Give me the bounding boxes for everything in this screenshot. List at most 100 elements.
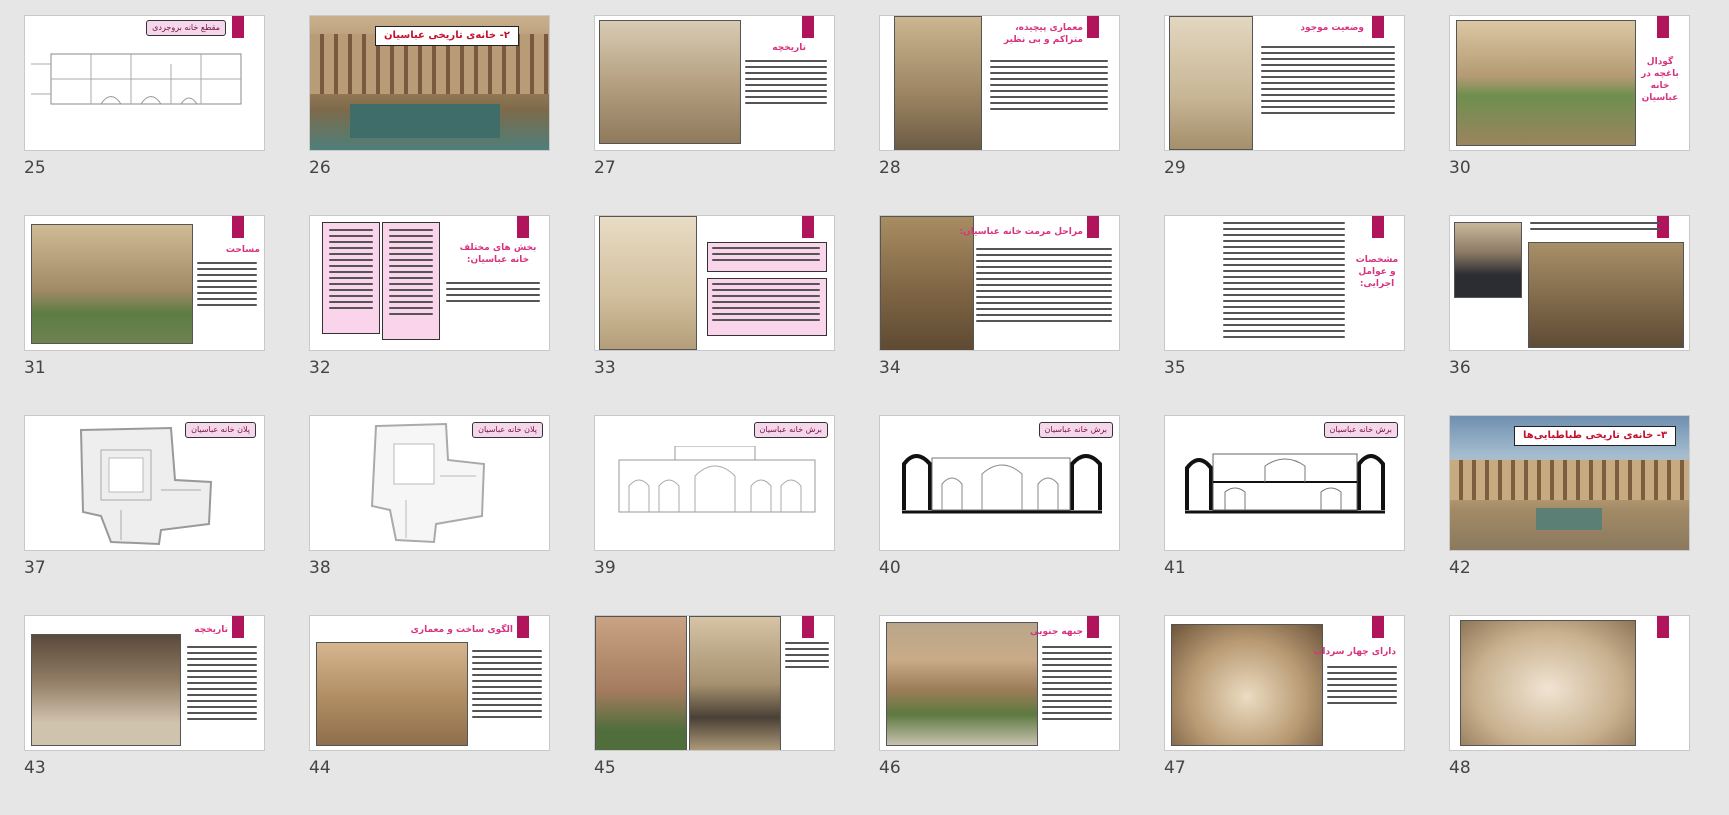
slide-number: 28 (879, 158, 901, 178)
slide-canvas (1449, 615, 1690, 751)
text-box-top (707, 242, 827, 272)
slide-label: برش خانه عباسیان (1038, 422, 1113, 438)
slide-thumbnail[interactable]: 33 (594, 215, 835, 415)
body-text (472, 650, 542, 722)
body-text (197, 262, 257, 310)
section-banner: ۲- خانه‌ی تاریخی عباسیان (375, 26, 519, 46)
slide-number: 42 (1449, 558, 1471, 578)
slide-canvas: وضعیت موجود (1164, 15, 1405, 151)
slide-thumbnail[interactable]: الگوی ساخت و معماری 44 (309, 615, 550, 815)
body-text (187, 646, 257, 724)
accent-bar (517, 216, 529, 238)
slide-number: 35 (1164, 358, 1186, 378)
slide-title: الگوی ساخت و معماری (410, 625, 513, 635)
sunken-garden-photo (1456, 20, 1636, 146)
slide-canvas: برش خانه عباسیان (879, 415, 1120, 551)
slide-canvas: معماری پیچیده، متراکم و بی نظیر (879, 15, 1120, 151)
section-drawing (1185, 453, 1385, 514)
slide-number: 34 (879, 358, 901, 378)
accent-bar (1372, 216, 1384, 238)
slide-thumbnail[interactable]: جبهه جنوبی 46 (879, 615, 1120, 815)
floor-plan-drawing (79, 426, 213, 546)
slide-number: 39 (594, 558, 616, 578)
slide-thumbnail[interactable]: برش خانه عباسیان 39 (594, 415, 835, 615)
slide-title: معماری پیچیده، متراکم و بی نظیر (1003, 23, 1083, 45)
accent-bar (1087, 216, 1099, 238)
body-text (785, 642, 829, 672)
slide-canvas: برش خانه عباسیان (594, 415, 835, 551)
accent-bar (232, 216, 244, 238)
slide-thumbnail[interactable]: 45 (594, 615, 835, 815)
slide-number: 33 (594, 358, 616, 378)
slide-thumbnail[interactable]: 36 (1449, 215, 1690, 415)
accent-bar (1657, 16, 1669, 38)
slide-number: 47 (1164, 758, 1186, 778)
slide-canvas: بخش های مختلف خانه عباسیان: (309, 215, 550, 351)
slide-canvas: ۳- خانه‌ی تاریخی طباطبایی‌ها (1449, 415, 1690, 551)
slide-canvas (1449, 215, 1690, 351)
slide-number: 36 (1449, 358, 1471, 378)
facade-photo (1169, 16, 1253, 150)
slide-canvas: مشخصات و عوامل اجرایی: (1164, 215, 1405, 351)
pool-shape (350, 104, 500, 138)
portrait-photo (1454, 222, 1522, 298)
pool-shape (1536, 508, 1602, 530)
slide-thumbnail[interactable]: معماری پیچیده، متراکم و بی نظیر 28 (879, 15, 1120, 215)
slide-number: 44 (309, 758, 331, 778)
slide-canvas: مراحل مرمت خانه عباسیان: (879, 215, 1120, 351)
slide-thumbnail[interactable]: مقطع خانه بروجردی 25 (24, 15, 265, 215)
accent-bar (1372, 616, 1384, 638)
slide-canvas (594, 215, 835, 351)
slide-canvas: مقطع خانه بروجردی (24, 15, 265, 151)
slide-canvas: مساحت (24, 215, 265, 351)
accent-bar (802, 216, 814, 238)
slide-thumbnail[interactable]: مساحت 31 (24, 215, 265, 415)
slide-title: جبهه جنوبی (1030, 627, 1083, 637)
slide-thumbnail[interactable]: تاریخچه 27 (594, 15, 835, 215)
slide-canvas: پلان خانه عباسیان (309, 415, 550, 551)
doorway-photo (689, 616, 781, 750)
octagonal-hall-photo (316, 642, 468, 746)
slide-thumbnail[interactable]: مراحل مرمت خانه عباسیان: 34 (879, 215, 1120, 415)
slide-thumbnail[interactable]: ۲- خانه‌ی تاریخی عباسیان 26 (309, 15, 550, 215)
elevation-drawing (618, 446, 816, 513)
slide-thumbnail[interactable]: دارای چهار سرداب 47 (1164, 615, 1405, 815)
slide-thumbnail[interactable]: 48 (1449, 615, 1690, 815)
slide-canvas: پلان خانه عباسیان (24, 415, 265, 551)
accent-bar (802, 616, 814, 638)
slide-thumbnail[interactable]: پلان خانه عباسیان 37 (24, 415, 265, 615)
slide-number: 38 (309, 558, 331, 578)
slide-number: 46 (879, 758, 901, 778)
body-text (990, 60, 1108, 114)
slide-label: برش خانه عباسیان (753, 422, 828, 438)
windows-photo (1528, 242, 1684, 348)
slide-thumbnail[interactable]: پلان خانه عباسیان 38 (309, 415, 550, 615)
courtyard-photo (1450, 460, 1689, 500)
slide-canvas: برش خانه عباسیان (1164, 415, 1405, 551)
slide-canvas: دارای چهار سرداب (1164, 615, 1405, 751)
accent-bar (517, 616, 529, 638)
body-text (1261, 46, 1395, 118)
slide-canvas: تاریخچه (594, 15, 835, 151)
slide-thumbnail[interactable]: تاریخچه 43 (24, 615, 265, 815)
vaulted-hall-photo (1460, 620, 1636, 746)
slide-title: دارای چهار سرداب (1313, 647, 1396, 657)
slide-title: مساحت (225, 245, 260, 255)
slide-title: مراحل مرمت خانه عباسیان: (959, 227, 1083, 237)
body-text (1223, 222, 1345, 342)
slide-thumbnail[interactable]: برش خانه عباسیان 41 (1164, 415, 1405, 615)
section-drawing (31, 53, 242, 105)
slide-canvas: گودال باغچه در خانه عباسیان (1449, 15, 1690, 151)
slide-thumbnail[interactable]: گودال باغچه در خانه عباسیان 30 (1449, 15, 1690, 215)
body-text (1327, 666, 1397, 708)
list-box-left (322, 222, 380, 334)
slide-thumbnail[interactable]: مشخصات و عوامل اجرایی: 35 (1164, 215, 1405, 415)
accent-bar (232, 16, 244, 38)
slide-thumbnail[interactable]: بخش های مختلف خانه عباسیان: 32 (309, 215, 550, 415)
slide-thumbnail[interactable]: ۳- خانه‌ی تاریخی طباطبایی‌ها 42 (1449, 415, 1690, 615)
building-photo (599, 20, 741, 144)
slide-title: وضعیت موجود (1300, 23, 1364, 33)
slide-thumbnail[interactable]: برش خانه عباسیان 40 (879, 415, 1120, 615)
cellar-photo (1171, 624, 1323, 746)
slide-thumbnail[interactable]: وضعیت موجود 29 (1164, 15, 1405, 215)
